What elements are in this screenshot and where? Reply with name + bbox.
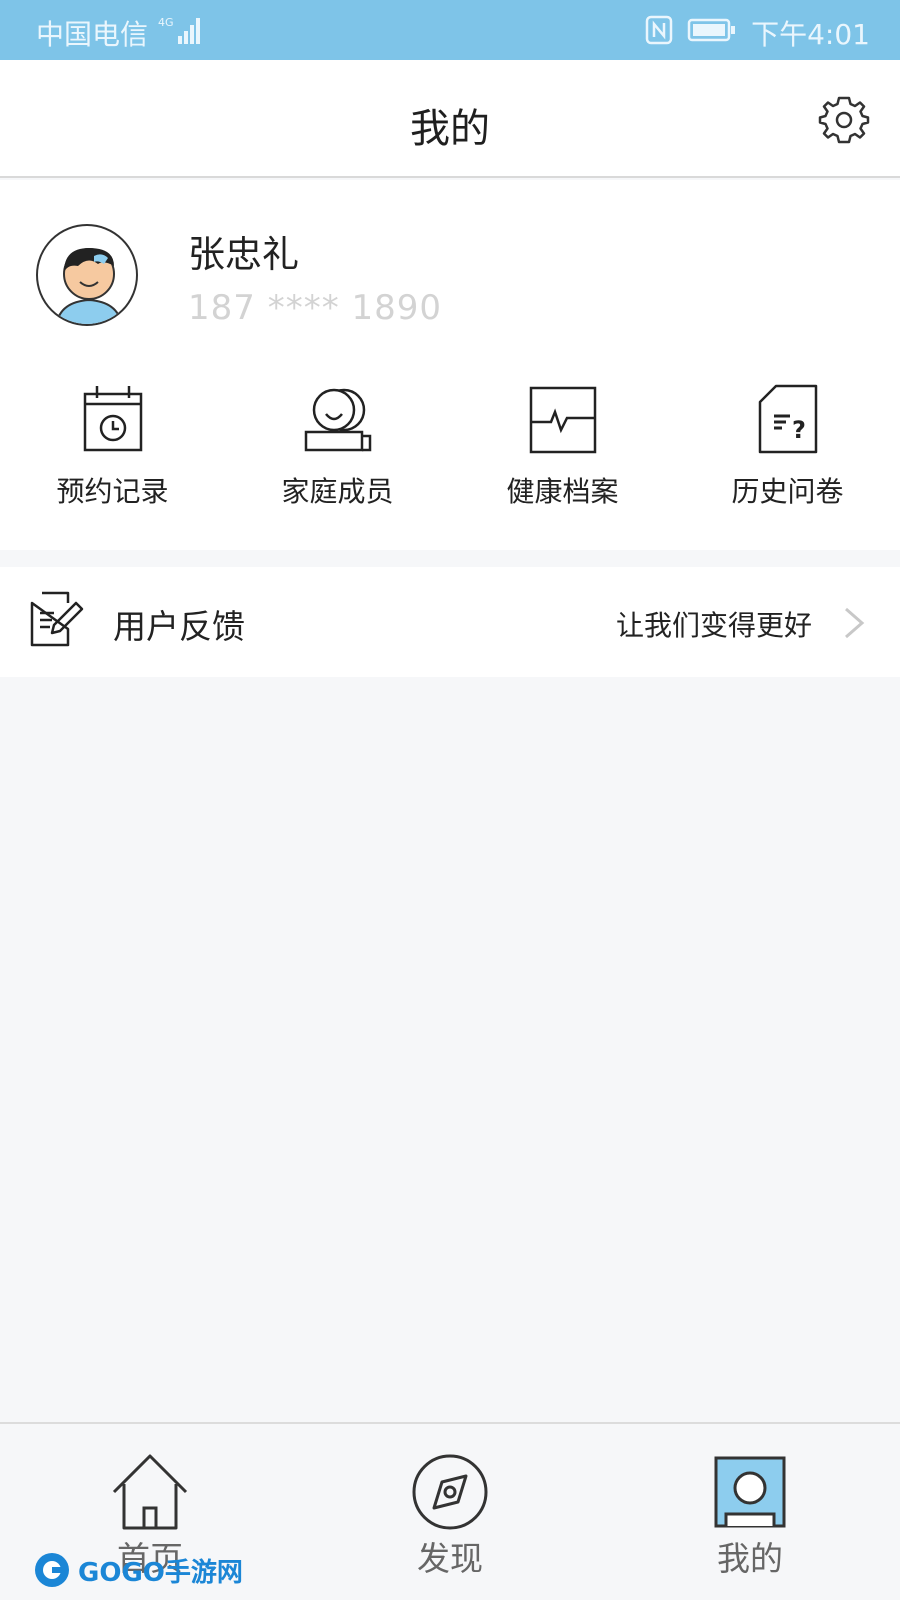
history-questionnaire-button[interactable]: ? 历史问卷 [675, 380, 900, 520]
profile-card[interactable]: 张忠礼 187 **** 1890 预约记录 家庭成员 健康档案 ? 历史问卷 [0, 180, 900, 550]
appointment-records-button[interactable]: 预约记录 [0, 380, 225, 520]
quick-action-label: 家庭成员 [281, 475, 394, 508]
clock: 下午4:01 [751, 18, 870, 51]
feedback-row[interactable]: 用户反馈 让我们变得更好 [0, 567, 900, 677]
user-name: 张忠礼 [188, 233, 299, 276]
feedback-label: 用户反馈 [113, 607, 245, 646]
page-title: 我的 [410, 106, 490, 152]
health-records-button[interactable]: 健康档案 [450, 380, 675, 520]
status-bar: 中国电信 4G 下午4:01 [0, 0, 900, 60]
home-icon [112, 1454, 188, 1530]
tab-mine[interactable]: 我的 [600, 1424, 900, 1600]
watermark-logo: GOGO手游网 [32, 1548, 243, 1592]
profile-icon [714, 1456, 786, 1528]
compass-icon [412, 1454, 488, 1530]
settings-gear-icon[interactable] [818, 94, 870, 146]
chevron-right-icon [845, 607, 865, 639]
quick-action-label: 预约记录 [56, 475, 169, 508]
network-type: 4G [158, 16, 174, 29]
watermark-text: GOGO手游网 [78, 1557, 243, 1588]
family-members-icon [304, 388, 371, 452]
user-phone: 187 **** 1890 [188, 288, 443, 328]
quick-action-label: 历史问卷 [731, 475, 844, 508]
battery-icon [687, 17, 737, 50]
svg-text:?: ? [792, 416, 806, 444]
calendar-clock-icon [83, 386, 142, 452]
family-members-button[interactable]: 家庭成员 [225, 380, 450, 520]
user-avatar-icon [55, 248, 123, 324]
tab-discover[interactable]: 发现 [300, 1424, 600, 1600]
quick-actions: 预约记录 家庭成员 健康档案 ? 历史问卷 [0, 380, 900, 520]
avatar[interactable] [36, 224, 138, 326]
signal-icon: 4G [158, 14, 202, 53]
tab-label: 我的 [717, 1539, 783, 1578]
page-header: 我的 [0, 60, 900, 178]
nfc-icon [645, 15, 673, 52]
heartbeat-icon [529, 386, 596, 454]
feedback-edit-icon [30, 591, 84, 647]
feedback-hint: 让我们变得更好 [615, 609, 812, 642]
carrier-name: 中国电信 [36, 18, 149, 51]
quick-action-label: 健康档案 [506, 475, 619, 508]
tab-label: 发现 [417, 1539, 483, 1578]
questionnaire-icon: ? [758, 384, 817, 454]
gogo-logo-icon [35, 1553, 69, 1587]
